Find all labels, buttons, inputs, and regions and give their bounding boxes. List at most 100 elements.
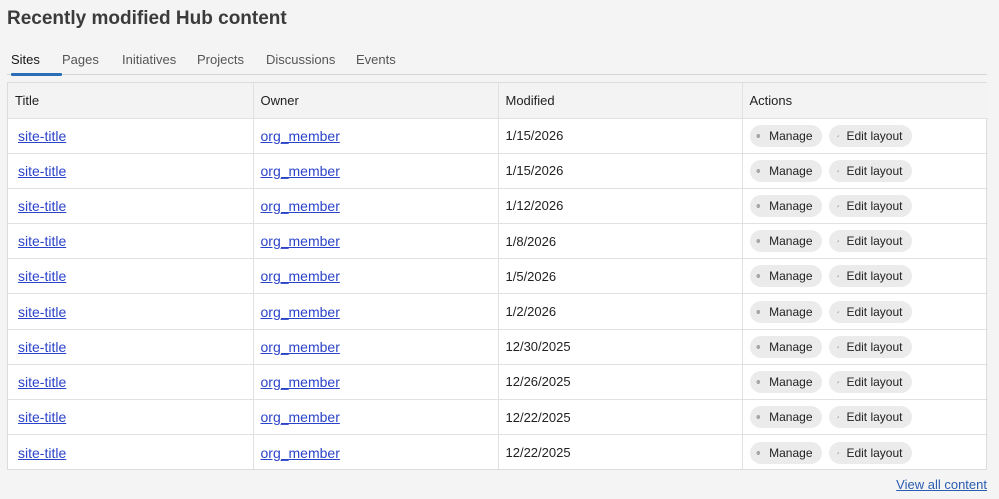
site-title-link[interactable]: site-title xyxy=(18,128,66,144)
owner-cell: org_member xyxy=(252,363,499,401)
pencil-icon xyxy=(836,239,840,243)
table-row: site-title org_member 1/2/2026 Manage Ed… xyxy=(8,293,988,330)
actions-cell: Manage Edit layout xyxy=(741,363,988,401)
column-header-actions: Actions xyxy=(741,83,988,119)
edit-layout-button[interactable]: Edit layout xyxy=(828,406,912,429)
title-cell: site-title xyxy=(8,223,254,260)
title-cell: site-title xyxy=(8,152,254,189)
modified-cell: 12/30/2025 xyxy=(497,328,743,365)
manage-button[interactable]: Manage xyxy=(749,335,822,358)
tab-events[interactable]: Events xyxy=(356,46,416,75)
pencil-icon xyxy=(836,169,840,172)
edit-layout-button[interactable]: Edit layout xyxy=(828,230,912,253)
edit-layout-label: Edit layout xyxy=(846,128,903,143)
site-title-link[interactable]: site-title xyxy=(18,304,66,320)
manage-button[interactable]: Manage xyxy=(749,265,822,288)
manage-button[interactable]: Manage xyxy=(749,406,822,429)
owner-link[interactable]: org_member xyxy=(261,233,340,249)
manage-label: Manage xyxy=(769,410,813,425)
owner-link[interactable]: org_member xyxy=(261,198,340,214)
manage-button[interactable]: Manage xyxy=(749,230,822,253)
site-title-link[interactable]: site-title xyxy=(18,268,66,284)
edit-layout-button[interactable]: Edit layout xyxy=(828,194,912,217)
tab-sites[interactable]: Sites xyxy=(11,46,62,76)
owner-link[interactable]: org_member xyxy=(261,128,340,144)
edit-layout-label: Edit layout xyxy=(846,410,903,425)
actions-cell: Manage Edit layout xyxy=(741,258,988,295)
owner-link[interactable]: org_member xyxy=(261,374,340,390)
edit-layout-button[interactable]: Edit layout xyxy=(828,441,912,464)
table-header-row: Title Owner Modified Actions xyxy=(8,83,988,119)
table-row: site-title org_member 1/12/2026 Manage E… xyxy=(8,187,988,225)
pencil-icon xyxy=(836,345,840,348)
edit-layout-label: Edit layout xyxy=(846,445,903,460)
owner-link[interactable]: org_member xyxy=(261,445,340,461)
title-cell: site-title xyxy=(8,398,254,436)
gear-icon xyxy=(756,238,760,244)
edit-layout-button[interactable]: Edit layout xyxy=(828,265,912,288)
modified-cell: 1/5/2026 xyxy=(497,258,743,295)
site-title-link[interactable]: site-title xyxy=(18,445,66,461)
content-table: Title Owner Modified Actions site-title … xyxy=(7,82,988,470)
modified-cell: 1/15/2026 xyxy=(497,117,743,154)
manage-button[interactable]: Manage xyxy=(749,300,822,323)
modified-cell: 12/22/2025 xyxy=(497,398,743,436)
tab-discussions[interactable]: Discussions xyxy=(266,46,356,75)
table-row: site-title org_member 12/26/2025 Manage xyxy=(8,363,988,401)
manage-label: Manage xyxy=(769,445,813,460)
modified-cell: 12/22/2025 xyxy=(497,434,743,470)
view-all-content-link[interactable]: View all content xyxy=(896,477,987,492)
edit-layout-label: Edit layout xyxy=(846,163,903,178)
title-cell: site-title xyxy=(8,293,254,330)
pencil-icon xyxy=(836,451,840,454)
tab-projects[interactable]: Projects xyxy=(197,46,266,75)
manage-label: Manage xyxy=(769,128,813,143)
title-cell: site-title xyxy=(8,434,254,470)
table-row: site-title org_member 12/30/2025 Manage xyxy=(8,328,988,365)
tab-pages[interactable]: Pages xyxy=(62,46,122,75)
gear-icon xyxy=(756,274,760,279)
owner-cell: org_member xyxy=(252,223,499,260)
owner-cell: org_member xyxy=(252,152,499,189)
site-title-link[interactable]: site-title xyxy=(18,339,66,355)
manage-button[interactable]: Manage xyxy=(749,124,822,147)
tab-initiatives[interactable]: Initiatives xyxy=(122,46,197,75)
site-title-link[interactable]: site-title xyxy=(18,409,66,425)
owner-link[interactable]: org_member xyxy=(261,409,340,425)
manage-button[interactable]: Manage xyxy=(749,441,822,464)
gear-icon xyxy=(756,309,760,314)
actions-cell: Manage Edit layout xyxy=(741,398,988,436)
manage-label: Manage xyxy=(769,198,813,213)
owner-link[interactable]: org_member xyxy=(261,304,340,320)
owner-link[interactable]: org_member xyxy=(261,268,340,284)
site-title-link[interactable]: site-title xyxy=(18,233,66,249)
table-row: site-title org_member 12/22/2025 Manage xyxy=(8,434,988,470)
edit-layout-label: Edit layout xyxy=(846,304,903,319)
manage-button[interactable]: Manage xyxy=(749,370,822,393)
edit-layout-button[interactable]: Edit layout xyxy=(828,159,912,182)
edit-layout-label: Edit layout xyxy=(846,234,903,249)
manage-button[interactable]: Manage xyxy=(749,194,822,217)
owner-link[interactable]: org_member xyxy=(261,163,340,179)
edit-layout-button[interactable]: Edit layout xyxy=(828,124,912,147)
content-tabs: Sites Pages Initiatives Projects Discuss… xyxy=(7,46,987,76)
title-cell: site-title xyxy=(8,328,254,365)
title-cell: site-title xyxy=(8,363,254,401)
site-title-link[interactable]: site-title xyxy=(18,374,66,390)
manage-button[interactable]: Manage xyxy=(749,159,822,182)
edit-layout-button[interactable]: Edit layout xyxy=(828,300,912,323)
gear-icon xyxy=(756,414,760,420)
site-title-link[interactable]: site-title xyxy=(18,163,66,179)
owner-link[interactable]: org_member xyxy=(261,339,340,355)
owner-cell: org_member xyxy=(252,293,499,330)
table-row: site-title org_member 1/5/2026 Manage Ed… xyxy=(8,258,988,295)
manage-label: Manage xyxy=(769,374,813,389)
edit-layout-button[interactable]: Edit layout xyxy=(828,335,912,358)
owner-cell: org_member xyxy=(252,398,499,436)
site-title-link[interactable]: site-title xyxy=(18,198,66,214)
owner-cell: org_member xyxy=(252,328,499,365)
edit-layout-button[interactable]: Edit layout xyxy=(828,370,912,393)
manage-label: Manage xyxy=(769,163,813,178)
modified-cell: 1/15/2026 xyxy=(497,152,743,189)
pencil-icon xyxy=(836,275,840,278)
